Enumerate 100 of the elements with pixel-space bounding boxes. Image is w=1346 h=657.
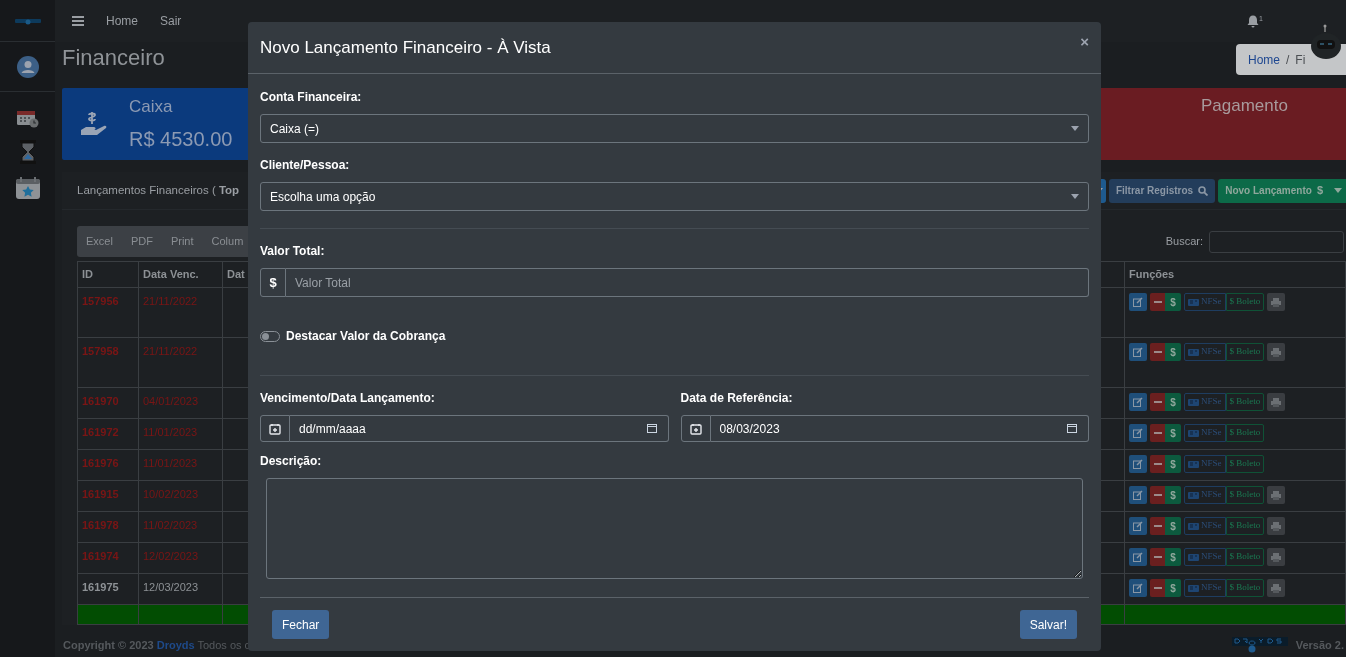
export-button[interactable]: PDF	[121, 233, 162, 250]
remove-button[interactable]	[1150, 455, 1165, 473]
boleto-button[interactable]: $ Boleto	[1225, 517, 1265, 535]
pay-button[interactable]: $	[1165, 486, 1181, 504]
edit-button[interactable]	[1129, 455, 1147, 473]
id-cell: 157958	[77, 337, 139, 388]
date-field[interactable]: 08/03/2023	[710, 415, 1089, 442]
edit-icon	[1133, 521, 1143, 531]
edit-button[interactable]	[1129, 293, 1147, 311]
nfse-button[interactable]: NFSe	[1184, 393, 1226, 411]
boleto-button[interactable]: $ Boleto	[1225, 486, 1265, 504]
pay-button[interactable]: $	[1165, 455, 1181, 473]
avatar-icon[interactable]	[16, 55, 39, 78]
nfse-button[interactable]: NFSe	[1184, 548, 1226, 566]
export-button[interactable]: Colum	[202, 233, 253, 250]
boleto-button[interactable]: $ Boleto	[1225, 393, 1265, 411]
nfse-button[interactable]: NFSe	[1184, 293, 1226, 311]
edit-button[interactable]	[1129, 424, 1147, 442]
pay-button[interactable]: $	[1165, 343, 1181, 361]
calendar-clock-icon[interactable]	[16, 110, 39, 128]
remove-button[interactable]	[1150, 424, 1165, 442]
card-value: R$ 4530.00	[129, 126, 233, 152]
nfse-button[interactable]: NFSe	[1184, 517, 1226, 535]
id-card-icon	[1188, 460, 1199, 468]
field-label: Valor Total:	[260, 243, 326, 260]
remove-button[interactable]	[1150, 293, 1165, 311]
due-date-cell: 11/01/2023	[138, 418, 223, 450]
search-field[interactable]	[1209, 230, 1344, 253]
boleto-button[interactable]: $ Boleto	[1225, 343, 1265, 361]
print-button[interactable]	[1267, 548, 1286, 566]
save-button[interactable]: Salvar!	[1019, 610, 1077, 639]
pay-button[interactable]: $	[1165, 517, 1181, 535]
edit-button[interactable]	[1129, 579, 1147, 597]
remove-button[interactable]	[1150, 393, 1165, 411]
export-button[interactable]: Excel	[77, 233, 122, 250]
nfse-button[interactable]: NFSe	[1184, 343, 1226, 361]
id-cell: 161970	[77, 387, 139, 419]
robot-icon[interactable]	[1309, 24, 1343, 62]
currency-prefix: $	[260, 268, 286, 297]
toggle-switch[interactable]	[260, 330, 280, 342]
remove-button[interactable]	[1150, 548, 1165, 566]
new-entry-button[interactable]: Novo Lançamento $	[1218, 178, 1346, 203]
boleto-button[interactable]: $ Boleto	[1225, 293, 1265, 311]
edit-icon	[1133, 583, 1143, 593]
menu-icon[interactable]	[72, 16, 84, 26]
nav-link[interactable]: Home	[106, 12, 138, 30]
id-cell: 161974	[77, 542, 139, 574]
nfse-button[interactable]: NFSe	[1184, 424, 1226, 442]
column-header: ID	[77, 261, 139, 288]
remove-button[interactable]	[1150, 579, 1165, 597]
close-dialog-button[interactable]: Fechar	[272, 610, 330, 639]
search-label: Buscar:	[1165, 234, 1203, 250]
select-field[interactable]: Escolha uma opção	[260, 182, 1089, 211]
edit-icon	[1133, 552, 1143, 562]
date-field[interactable]: dd/mm/aaaa	[290, 415, 669, 442]
print-icon	[1271, 347, 1282, 357]
bell-icon[interactable]	[1247, 14, 1260, 28]
boleto-button[interactable]: $ Boleto	[1225, 548, 1265, 566]
nfse-button[interactable]: NFSe	[1184, 455, 1226, 473]
select-field[interactable]: Caixa (=)	[260, 114, 1089, 143]
print-button[interactable]	[1267, 579, 1286, 597]
pay-button[interactable]: $	[1165, 293, 1181, 311]
boleto-button[interactable]: $ Boleto	[1225, 424, 1265, 442]
edit-button[interactable]	[1129, 393, 1147, 411]
id-card-icon	[1188, 429, 1199, 437]
description-field[interactable]	[266, 478, 1083, 579]
brand-logo	[1231, 636, 1288, 654]
due-date-cell: 21/11/2022	[138, 287, 223, 338]
print-button[interactable]	[1267, 393, 1286, 411]
print-button[interactable]	[1267, 486, 1286, 504]
print-button[interactable]	[1267, 517, 1286, 535]
amount-field[interactable]: Valor Total	[286, 268, 1089, 297]
pay-button[interactable]: $	[1165, 579, 1181, 597]
pay-button[interactable]: $	[1165, 424, 1181, 442]
boleto-button[interactable]: $ Boleto	[1225, 455, 1265, 473]
export-button[interactable]: Print	[161, 233, 203, 250]
edit-button[interactable]	[1129, 486, 1147, 504]
pay-button[interactable]: $	[1165, 548, 1181, 566]
remove-button[interactable]	[1150, 517, 1165, 535]
close-button[interactable]: ×	[1080, 31, 1089, 54]
pay-button[interactable]: $	[1165, 393, 1181, 411]
remove-button[interactable]	[1150, 343, 1165, 361]
edit-button[interactable]	[1129, 548, 1147, 566]
boleto-button[interactable]: $ Boleto	[1225, 579, 1265, 597]
edit-button[interactable]	[1129, 343, 1147, 361]
hourglass-icon[interactable]	[19, 140, 36, 164]
nav-link[interactable]: Sair	[160, 12, 182, 30]
due-date-cell: 11/01/2023	[138, 449, 223, 481]
id-card-icon	[1188, 522, 1199, 530]
field-label: Data de Referência:	[680, 390, 794, 407]
nfse-button[interactable]: NFSe	[1184, 486, 1226, 504]
filter-button[interactable]: Filtrar Registros	[1108, 178, 1216, 203]
breadcrumb-link[interactable]: Home	[1248, 50, 1280, 69]
print-button[interactable]	[1267, 293, 1286, 311]
nfse-button[interactable]: NFSe	[1184, 579, 1226, 597]
id-cell: 161976	[77, 449, 139, 481]
remove-button[interactable]	[1150, 486, 1165, 504]
print-button[interactable]	[1267, 343, 1286, 361]
edit-button[interactable]	[1129, 517, 1147, 535]
id-cell: 161978	[77, 511, 139, 543]
